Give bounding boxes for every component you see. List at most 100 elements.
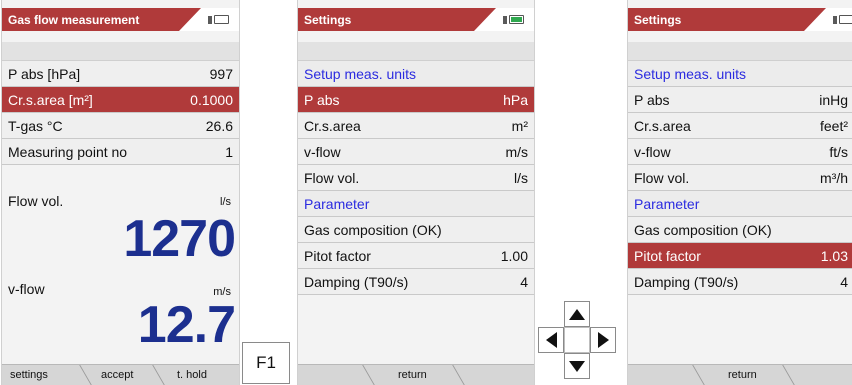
row-label: v-flow (634, 143, 671, 160)
arrow-right-icon (597, 332, 609, 348)
row-value: 1.03 (820, 247, 848, 264)
gas-flow-measurement-screen: Gas flow measurement P abs [hPa] 997 Cr.… (1, 0, 240, 385)
t-hold-softkey[interactable]: t. hold (177, 369, 207, 381)
softkey-divider (452, 365, 465, 385)
row-value: m/s (505, 143, 528, 160)
row-value: feet² (819, 117, 848, 134)
return-softkey[interactable]: return (398, 369, 427, 381)
setting-row-v-flow[interactable]: v-flow m/s (298, 139, 534, 165)
row-label: P abs [hPa] (8, 65, 81, 82)
row-value: 4 (520, 273, 528, 290)
arrow-up-key[interactable] (564, 301, 590, 327)
setting-row-damping[interactable]: Damping (T90/s) 4 (298, 269, 534, 295)
row-label: Gas composition (OK) (634, 221, 772, 238)
section-title: Setup meas. units (634, 65, 747, 82)
arrow-down-key[interactable] (564, 353, 590, 379)
settings-screen: Settings Setup meas. units P abs hPa Cr.… (297, 0, 535, 385)
setting-row-v-flow[interactable]: v-flow ft/s (628, 139, 852, 165)
row-label: P abs (304, 91, 340, 108)
section-title: Parameter (634, 195, 700, 212)
separator (298, 42, 534, 61)
settings-list: Setup meas. units P abs hPa Cr.s.area m²… (298, 61, 534, 295)
setting-row-gas-composition[interactable]: Gas composition (OK) (628, 217, 852, 243)
row-label: v-flow (304, 143, 341, 160)
setting-row-pitot-factor[interactable]: Pitot factor 1.00 (298, 243, 534, 269)
arrow-pad-center (564, 327, 590, 353)
arrow-right-key[interactable] (590, 327, 616, 353)
arrow-down-icon (569, 360, 585, 372)
section-parameter: Parameter (628, 191, 852, 217)
status-tab (804, 8, 852, 31)
row-label: P abs (634, 91, 670, 108)
row-value: 1.00 (500, 247, 528, 264)
setting-row-damping[interactable]: Damping (T90/s) 4 (628, 269, 852, 295)
setting-row-p-abs[interactable]: P abs hPa (298, 87, 534, 113)
section-setup-units: Setup meas. units (298, 61, 534, 87)
row-label: Pitot factor (304, 247, 371, 264)
screen-title: Settings (304, 13, 352, 27)
softkey-divider (362, 365, 375, 385)
screen-title: Gas flow measurement (8, 13, 140, 27)
setting-row-cross-section-area[interactable]: Cr.s.area feet² (628, 113, 852, 139)
title-bar: Gas flow measurement (2, 8, 239, 31)
reading-list: P abs [hPa] 997 Cr.s.area [m²] 0.1000 T-… (2, 61, 239, 165)
screen-title: Settings (634, 13, 682, 27)
softkey-bar: return (298, 364, 534, 385)
row-label: Cr.s.area (634, 117, 691, 134)
row-value: hPa (503, 91, 528, 108)
row-value: m³/h (820, 169, 848, 186)
battery-full-icon (503, 15, 524, 24)
arrow-left-icon (545, 332, 557, 348)
row-value: l/s (514, 169, 528, 186)
setting-row-p-abs[interactable]: P abs inHg (628, 87, 852, 113)
section-title: Setup meas. units (304, 65, 417, 82)
title-bar: Settings (628, 8, 852, 31)
v-flow-value: 12.7 (137, 296, 236, 354)
row-label: Flow vol. (304, 169, 360, 186)
return-softkey[interactable]: return (728, 369, 757, 381)
battery-icon (833, 15, 852, 24)
row-label: Pitot factor (634, 247, 701, 264)
row-value: 26.6 (205, 117, 233, 134)
reading-row-t-gas[interactable]: T-gas °C 26.6 (2, 113, 239, 139)
row-value: 4 (840, 273, 848, 290)
row-label: Gas composition (OK) (304, 221, 442, 238)
row-value: ft/s (829, 143, 848, 160)
flow-volume-unit: l/s (220, 196, 231, 208)
settings-list: Setup meas. units P abs inHg Cr.s.area f… (628, 61, 852, 295)
setting-row-flow-volume[interactable]: Flow vol. m³/h (628, 165, 852, 191)
setting-row-cross-section-area[interactable]: Cr.s.area m² (298, 113, 534, 139)
title-bar: Settings (298, 8, 534, 31)
flow-volume-label: Flow vol. (8, 193, 64, 209)
row-value: m² (511, 117, 528, 134)
separator (2, 42, 239, 61)
settings-softkey[interactable]: settings (10, 369, 48, 381)
accept-softkey[interactable]: accept (101, 369, 133, 381)
flow-volume-value: 1270 (123, 210, 236, 268)
reading-row-cross-section-area[interactable]: Cr.s.area [m²] 0.1000 (2, 87, 239, 113)
reading-row-measuring-point[interactable]: Measuring point no 1 (2, 139, 239, 165)
arrow-left-key[interactable] (538, 327, 564, 353)
row-label: Damping (T90/s) (634, 273, 739, 290)
softkey-divider (152, 365, 165, 385)
flow-volume-block: Flow vol. l/s 1270 (2, 165, 239, 268)
setting-row-flow-volume[interactable]: Flow vol. l/s (298, 165, 534, 191)
section-parameter: Parameter (298, 191, 534, 217)
f1-key[interactable]: F1 (242, 342, 290, 384)
row-label: Measuring point no (8, 143, 128, 160)
status-tab (474, 8, 534, 31)
row-label: Cr.s.area [m²] (8, 91, 93, 108)
row-value: 1 (225, 143, 233, 160)
row-label: T-gas °C (8, 117, 63, 134)
row-value: inHg (819, 91, 848, 108)
softkey-bar: settings accept t. hold (2, 364, 239, 385)
battery-icon (208, 15, 229, 24)
section-title: Parameter (304, 195, 370, 212)
row-label: Flow vol. (634, 169, 690, 186)
setting-row-pitot-factor[interactable]: Pitot factor 1.03 (628, 243, 852, 269)
separator (628, 42, 852, 61)
row-value: 997 (209, 65, 233, 82)
setting-row-gas-composition[interactable]: Gas composition (OK) (298, 217, 534, 243)
row-label: Cr.s.area (304, 117, 361, 134)
reading-row-p-abs[interactable]: P abs [hPa] 997 (2, 61, 239, 87)
